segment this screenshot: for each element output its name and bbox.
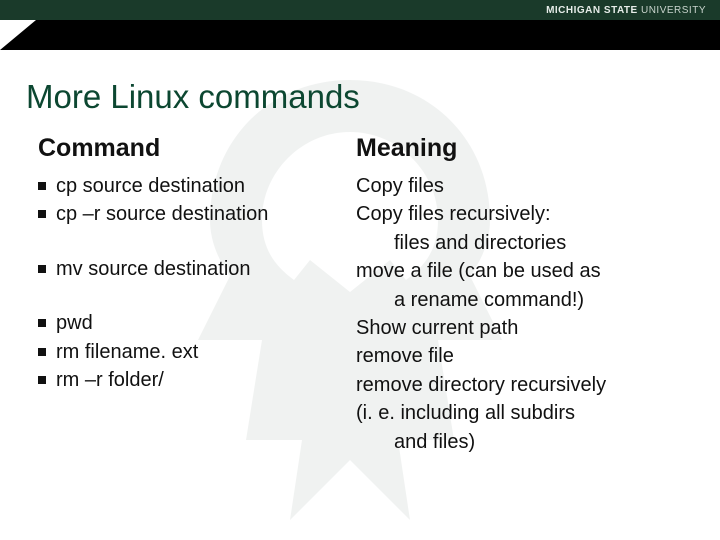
bullet-icon	[38, 348, 46, 356]
meaning-column: Meaning Copy files Copy files recursivel…	[356, 134, 698, 457]
slide-title: More Linux commands	[26, 78, 698, 116]
meaning-text: move a file (can be used as	[356, 258, 698, 284]
meaning-header: Meaning	[356, 134, 698, 163]
title-bar	[0, 20, 720, 50]
meaning-text: Copy files recursively:	[356, 201, 698, 227]
command-table: Command cp source destination cp –r sour…	[26, 134, 698, 457]
list-item: cp source destination	[38, 173, 356, 199]
list-item: pwd	[38, 310, 356, 336]
meaning-text: (i. e. including all subdirs	[356, 400, 698, 426]
corner-decoration	[0, 20, 36, 50]
bullet-icon	[38, 210, 46, 218]
bullet-icon	[38, 319, 46, 327]
meaning-text: remove directory recursively	[356, 372, 698, 398]
meaning-text: Show current path	[356, 315, 698, 341]
list-item: rm –r folder/	[38, 367, 356, 393]
meaning-text: a rename command!)	[356, 287, 698, 313]
meaning-text: Copy files	[356, 173, 698, 199]
slide-content: More Linux commands Command cp source de…	[0, 50, 720, 457]
bullet-icon	[38, 182, 46, 190]
brand-text: MICHIGAN STATE UNIVERSITY	[546, 5, 706, 16]
meaning-text: remove file	[356, 343, 698, 369]
list-item: cp –r source destination	[38, 201, 356, 227]
list-item: mv source destination	[38, 256, 356, 282]
header-bar: MICHIGAN STATE UNIVERSITY	[0, 0, 720, 20]
list-item: rm filename. ext	[38, 339, 356, 365]
bullet-icon	[38, 265, 46, 273]
command-column: Command cp source destination cp –r sour…	[26, 134, 356, 457]
command-header: Command	[38, 134, 356, 163]
bullet-icon	[38, 376, 46, 384]
meaning-text: and files)	[356, 429, 698, 455]
meaning-text: files and directories	[356, 230, 698, 256]
